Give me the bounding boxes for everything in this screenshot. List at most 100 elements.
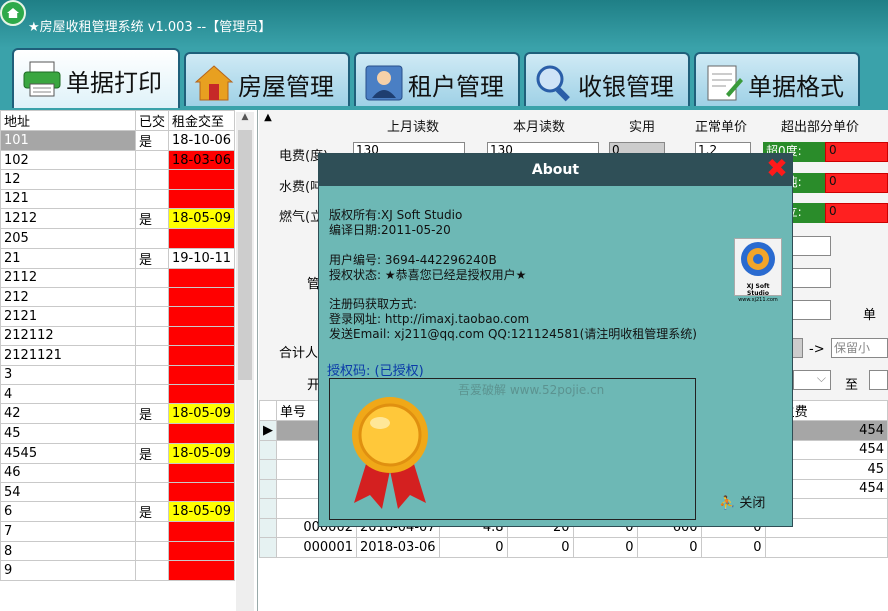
room-row[interactable]: 6 是 18-05-09 [0, 501, 236, 523]
app-home-icon [0, 0, 26, 26]
room-address-cell: 2121 [0, 306, 136, 327]
water-over-input[interactable]: 0 [825, 173, 888, 193]
room-address-cell: 2121121 [0, 345, 136, 366]
room-row[interactable]: 12 [0, 169, 236, 190]
auth-code-box: 吾爱破解 www.52pojie.cn [329, 378, 696, 520]
room-rent-until-cell [167, 188, 236, 210]
room-rent-until-cell [167, 267, 236, 288]
receipt-row[interactable]: 000001 2018-03-06 0 0 0 0 0 [259, 537, 888, 558]
room-rent-until-cell [167, 560, 236, 581]
row-indicator [259, 439, 277, 460]
tab-label: 单据打印 [66, 69, 162, 97]
room-row[interactable]: 46 [0, 462, 236, 484]
room-row[interactable]: 205 [0, 228, 236, 249]
room-address-cell: 212 [0, 286, 136, 308]
col-address[interactable]: 地址 [0, 110, 136, 131]
tab-receipt-print[interactable]: 单据打印 [12, 48, 180, 108]
magnifier-icon [536, 65, 570, 102]
room-paid-cell [134, 540, 169, 562]
room-row[interactable]: 45 [0, 423, 236, 444]
room-address-cell: 42 [0, 403, 136, 425]
tab-receipt-format[interactable]: 单据格式 [694, 52, 860, 106]
row-indicator [259, 498, 277, 519]
receipt-cell-b: 0 [506, 537, 574, 558]
room-row[interactable]: 4 [0, 383, 236, 405]
room-paid-cell [134, 560, 169, 581]
col-rent-until[interactable]: 租金交至 [167, 110, 236, 131]
room-paid-cell [134, 169, 169, 190]
close-icon[interactable]: ✖ [766, 156, 788, 182]
room-row[interactable]: 2121121 [0, 345, 236, 366]
room-paid-cell: 是 [134, 130, 169, 151]
to-label: 至 [845, 378, 859, 393]
room-rent-until-cell [167, 383, 236, 405]
room-rent-until-cell [167, 228, 236, 249]
title-bar: ★房屋收租管理系统 v1.003 --【管理员】 [0, 0, 888, 48]
scroll-thumb[interactable] [238, 130, 252, 380]
room-row[interactable]: 212112 [0, 325, 236, 347]
room-row[interactable]: 8 [0, 540, 236, 562]
room-row[interactable]: 212 [0, 286, 236, 308]
chevron-down-icon: ⌵ [816, 371, 826, 385]
auth-code-label: 授权码: (已授权) [327, 364, 424, 379]
arrow-label: -> [809, 342, 825, 357]
user-icon [365, 65, 403, 101]
date-from-select[interactable]: ⌵ [793, 370, 831, 390]
room-row[interactable]: 54 [0, 482, 236, 503]
room-paid-cell [134, 149, 169, 171]
receipt-cell-e: 0 [700, 537, 766, 558]
tab-house-management[interactable]: 房屋管理 [184, 52, 350, 106]
room-row[interactable]: 21 是 19-10-11 [0, 247, 236, 269]
room-rent-until-cell: 19-10-11 [167, 247, 236, 269]
room-row[interactable]: 4545 是 18-05-09 [0, 442, 236, 464]
tab-label: 租户管理 [408, 73, 504, 101]
extra-input-1[interactable] [789, 236, 831, 256]
current-row-pointer-icon: ▶ [259, 420, 277, 441]
keep-decimal-select[interactable]: 保留小 [831, 338, 888, 358]
col-paid[interactable]: 已交 [134, 110, 169, 131]
receipt-cell-f [764, 537, 888, 558]
room-address-cell: 12 [0, 169, 136, 190]
room-address-cell: 102 [0, 149, 136, 171]
room-rent-until-cell: 18-03-06 [167, 149, 236, 171]
room-paid-cell [134, 345, 169, 366]
room-row[interactable]: 102 18-03-06 [0, 149, 236, 171]
extra-input-2[interactable] [789, 268, 831, 288]
room-address-cell: 212112 [0, 325, 136, 347]
close-button[interactable]: ⛹ 关闭 [719, 492, 765, 511]
receipt-cell-no: 000001 [276, 537, 357, 558]
room-paid-cell [134, 423, 169, 444]
compile-date-text: 编译日期:2011-05-20 [329, 223, 451, 237]
extra-input-3[interactable] [789, 300, 831, 320]
room-row[interactable]: 9 [0, 560, 236, 581]
room-row[interactable]: 101 是 18-10-06 [0, 130, 236, 151]
room-paid-cell [134, 482, 169, 503]
room-list-scrollbar[interactable]: ▲ [236, 112, 254, 611]
room-row[interactable]: 3 [0, 364, 236, 385]
collapse-up-icon[interactable]: ▲ [259, 112, 277, 130]
room-row[interactable]: 7 [0, 521, 236, 542]
room-row[interactable]: 2112 [0, 267, 236, 288]
date-to-select[interactable] [869, 370, 888, 390]
electricity-over-input[interactable]: 0 [825, 142, 888, 162]
room-paid-cell [134, 325, 169, 347]
unit-label: 单 [863, 308, 877, 323]
tab-cashier-management[interactable]: 收银管理 [524, 52, 690, 106]
room-row[interactable]: 42 是 18-05-09 [0, 403, 236, 425]
room-paid-cell [134, 267, 169, 288]
studio-logo: XJ Soft Studio www.xj211.com [734, 238, 782, 303]
row-indicator-header [259, 400, 277, 421]
room-row[interactable]: 2121 [0, 306, 236, 327]
scroll-up-icon[interactable]: ▲ [236, 112, 254, 128]
about-dialog-title: About [319, 154, 792, 186]
room-row[interactable]: 1212 是 18-05-09 [0, 208, 236, 230]
tab-tenant-management[interactable]: 租户管理 [354, 52, 520, 106]
room-rent-until-cell: 18-05-09 [167, 403, 236, 425]
room-paid-cell [134, 383, 169, 405]
gas-over-input[interactable]: 0 [825, 203, 888, 223]
room-table: 地址 已交 租金交至 101 是 18-10-06 102 18-03-06 12 121 1… [0, 110, 236, 581]
room-address-cell: 101 [0, 130, 136, 151]
room-paid-cell [134, 462, 169, 484]
room-address-cell: 6 [0, 501, 136, 523]
room-row[interactable]: 121 [0, 188, 236, 210]
